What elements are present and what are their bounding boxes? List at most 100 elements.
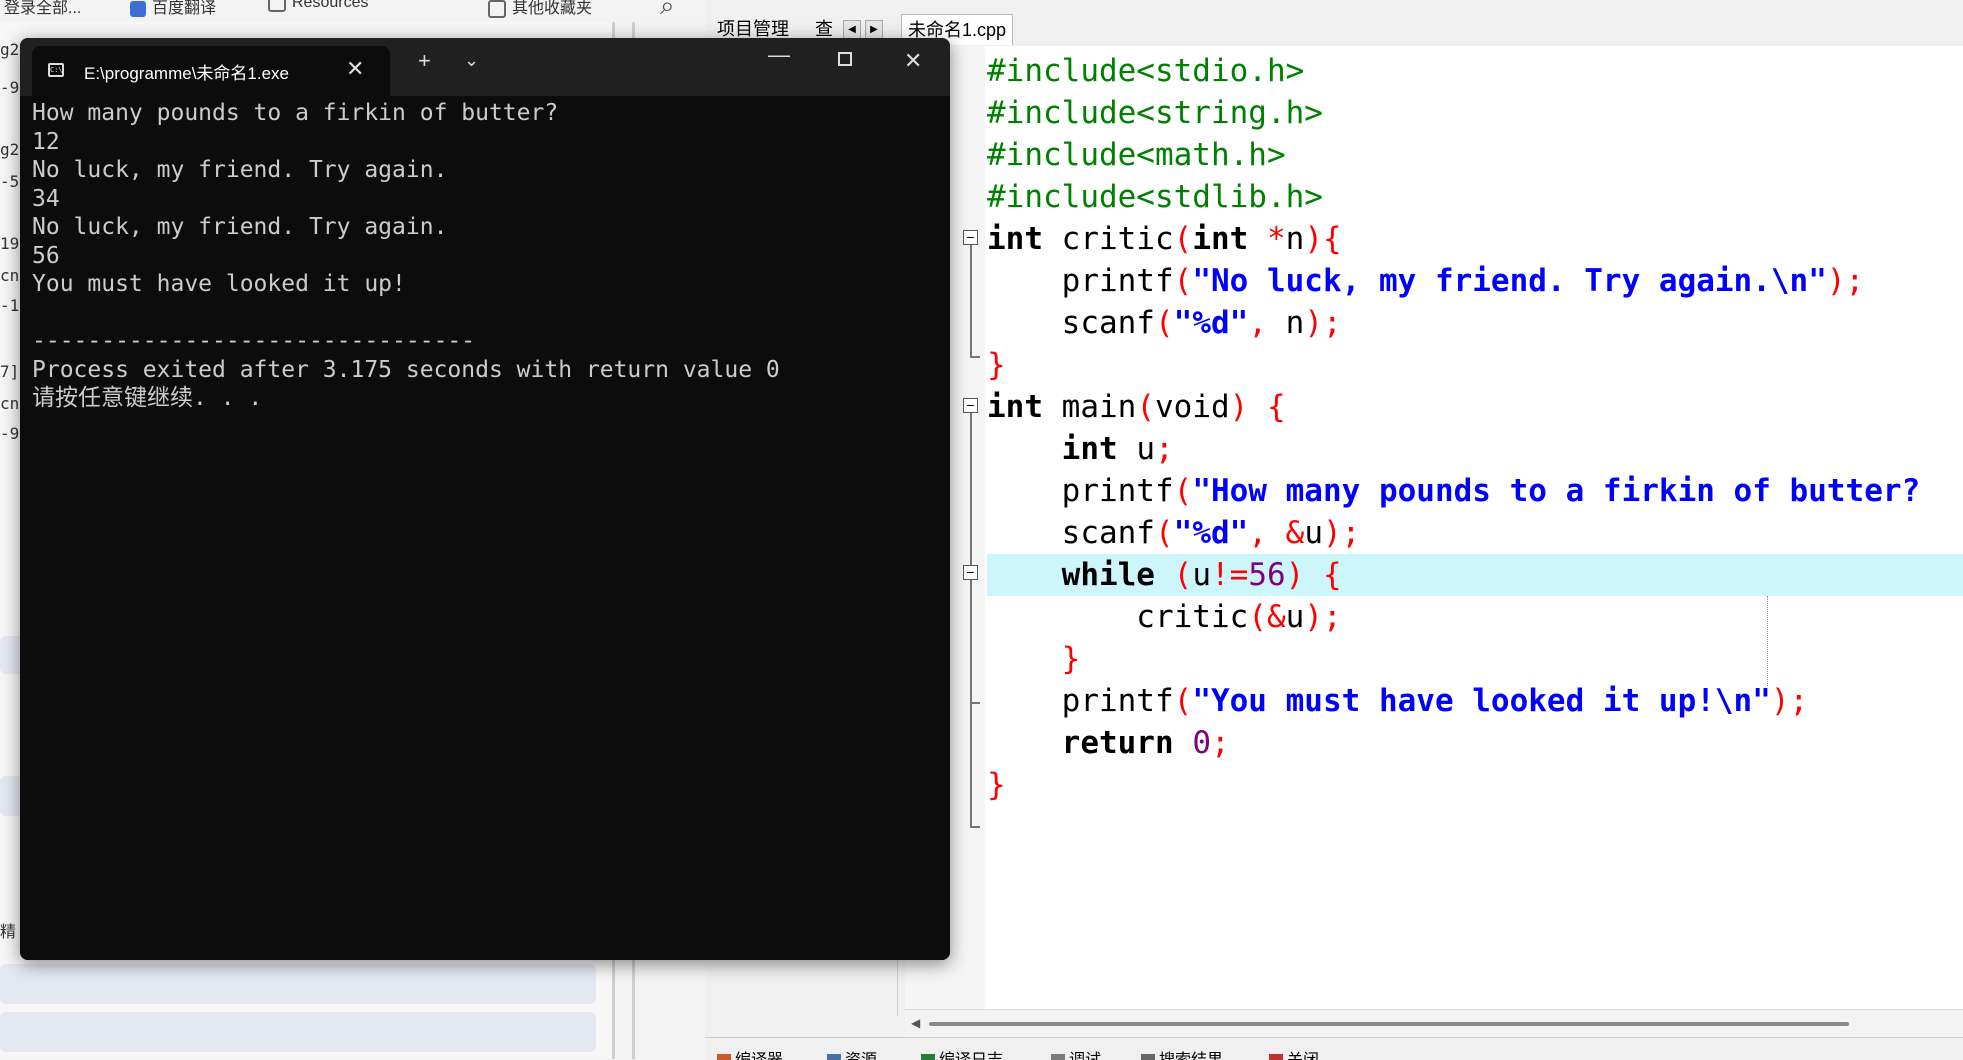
bookmark-item[interactable]: Resources (268, 0, 368, 14)
code-line[interactable]: #include<string.h> (987, 92, 1963, 134)
code-line[interactable]: printf("How many pounds to a firkin of b… (987, 470, 1963, 512)
terminal-tab-title: E:\programme\未命名1.exe (84, 64, 290, 83)
code-token: "No luck, my friend. Try again.\n" (1192, 263, 1827, 299)
terminal-titlebar: C:\ E:\programme\未命名1.exe ✕ + ⌄ — ✕ (20, 38, 950, 96)
list-item[interactable] (0, 964, 596, 1004)
tab-compiler[interactable]: 编译器 (717, 1046, 783, 1060)
new-tab-icon[interactable]: + (418, 48, 431, 74)
fold-guide (970, 413, 972, 827)
code-editor[interactable]: #include<stdio.h> #include<string.h> #incl… (905, 46, 1963, 1009)
close-icon[interactable]: ✕ (904, 48, 922, 74)
code-token: ( (1173, 221, 1193, 257)
code-token: ( (1154, 305, 1174, 341)
code-token: critic (1043, 221, 1174, 257)
code-token: main (1043, 389, 1137, 425)
code-line[interactable]: scanf("%d", &u); (987, 512, 1963, 554)
edge-text: 19 (0, 234, 20, 253)
bookmark-label: 其他收藏夹 (512, 0, 593, 17)
tab-close-icon[interactable]: ✕ (346, 56, 364, 82)
edge-text: cn (0, 394, 20, 413)
code-token: printf (987, 263, 1174, 299)
bookmark-label: 百度翻译 (152, 0, 217, 17)
scroll-left-icon[interactable]: ◀ (911, 1016, 920, 1030)
edge-text: 7] (0, 362, 20, 381)
code-token: void (1155, 389, 1230, 425)
bookmark-item[interactable]: 登录全部... (4, 0, 82, 17)
code-token: critic (987, 599, 1249, 635)
code-line[interactable]: int u; (987, 428, 1963, 470)
debug-icon (1051, 1053, 1065, 1060)
code-line[interactable]: } (987, 344, 1963, 386)
ide-bottom-tabs: 编译器 资源 编译日志 调试 搜索结果 关闭 (705, 1037, 1963, 1060)
code-line[interactable]: while (u!=56) { (987, 554, 1963, 596)
code-token: "You must have looked it up!\n" (1192, 683, 1771, 719)
code-token: ( (1173, 473, 1193, 509)
terminal-tab[interactable]: C:\ E:\programme\未命名1.exe ✕ (32, 46, 390, 96)
code-line[interactable]: printf("No luck, my friend. Try again.\n… (987, 260, 1963, 302)
resources-icon (827, 1053, 841, 1060)
edge-text: -9 (0, 78, 20, 97)
code-token: printf (987, 683, 1174, 719)
bookmark-label: 登录全部... (4, 0, 82, 17)
code-token: int (987, 221, 1043, 257)
terminal-line: You must have looked it up! (32, 271, 406, 297)
code-token: while (987, 557, 1155, 593)
close-icon (1269, 1053, 1283, 1060)
tab-scroll-left-icon[interactable]: ◀ (843, 20, 861, 40)
tab-resources[interactable]: 资源 (827, 1046, 877, 1060)
minimize-icon[interactable]: — (768, 42, 790, 68)
fold-collapse-icon[interactable]: − (963, 398, 978, 413)
code-line[interactable]: #include<stdlib.h> (987, 176, 1963, 218)
search-icon[interactable]: ⌕ (660, 0, 675, 22)
compiler-icon (717, 1053, 731, 1060)
code-token: #include<string.h> (987, 95, 1323, 131)
code-token: & (1285, 515, 1305, 551)
tab-debug[interactable]: 调试 (1051, 1046, 1101, 1060)
code-line[interactable]: } (987, 638, 1963, 680)
scroll-thumb[interactable] (929, 1022, 1849, 1026)
code-line[interactable]: printf("You must have looked it up!\n"); (987, 680, 1963, 722)
code-token: } (987, 347, 1006, 383)
edge-text: -5 (0, 172, 20, 191)
code-line[interactable]: int main(void) { (987, 386, 1963, 428)
editor-horizontal-scrollbar[interactable]: ◀ (905, 1009, 1963, 1038)
tab-scroll-right-icon[interactable]: ▶ (865, 20, 883, 40)
code-line[interactable]: #include<math.h> (987, 134, 1963, 176)
edge-text: g2 (0, 40, 20, 59)
tab-search-results[interactable]: 搜索结果 (1141, 1046, 1223, 1060)
folder-icon (268, 0, 286, 12)
code-token: ){ (1304, 221, 1342, 257)
fold-guide-end (970, 356, 980, 358)
maximize-icon[interactable] (838, 52, 852, 66)
tab-compile-log[interactable]: 编译日志 (921, 1046, 1003, 1060)
code-token: ; (1154, 431, 1174, 467)
code-token: ( (1154, 515, 1174, 551)
terminal-line: 56 (32, 242, 60, 269)
code-line[interactable]: critic(&u); (987, 596, 1963, 638)
terminal-line: 请按任意键继续. . . (32, 385, 263, 411)
code-token: (& (1248, 599, 1286, 635)
search-results-icon (1141, 1053, 1155, 1060)
code-line[interactable]: return 0; (987, 722, 1963, 764)
edge-text: 精 (0, 922, 17, 941)
code-line[interactable]: scanf("%d", n); (987, 302, 1963, 344)
code-token: n (1266, 305, 1305, 341)
code-line[interactable]: int critic(int *n){ (987, 218, 1963, 260)
bookmark-item[interactable]: 其他收藏夹 (488, 0, 593, 18)
code-token: } (987, 641, 1081, 677)
list-item[interactable] (0, 1012, 596, 1052)
fold-collapse-icon[interactable]: − (963, 565, 978, 580)
fold-collapse-icon[interactable]: − (963, 230, 978, 245)
code-token: ; (1210, 725, 1230, 761)
code-line[interactable]: } (987, 764, 1963, 806)
code-line[interactable]: #include<stdio.h> (987, 50, 1963, 92)
code-token: printf (987, 473, 1174, 509)
tab-close[interactable]: 关闭 (1269, 1046, 1319, 1060)
terminal-output[interactable]: How many pounds to a firkin of butter? 12… (20, 96, 950, 960)
chevron-down-icon[interactable]: ⌄ (464, 50, 479, 71)
bookmark-item[interactable]: 百度翻译 (130, 0, 217, 17)
terminal-line: 34 (32, 185, 60, 212)
